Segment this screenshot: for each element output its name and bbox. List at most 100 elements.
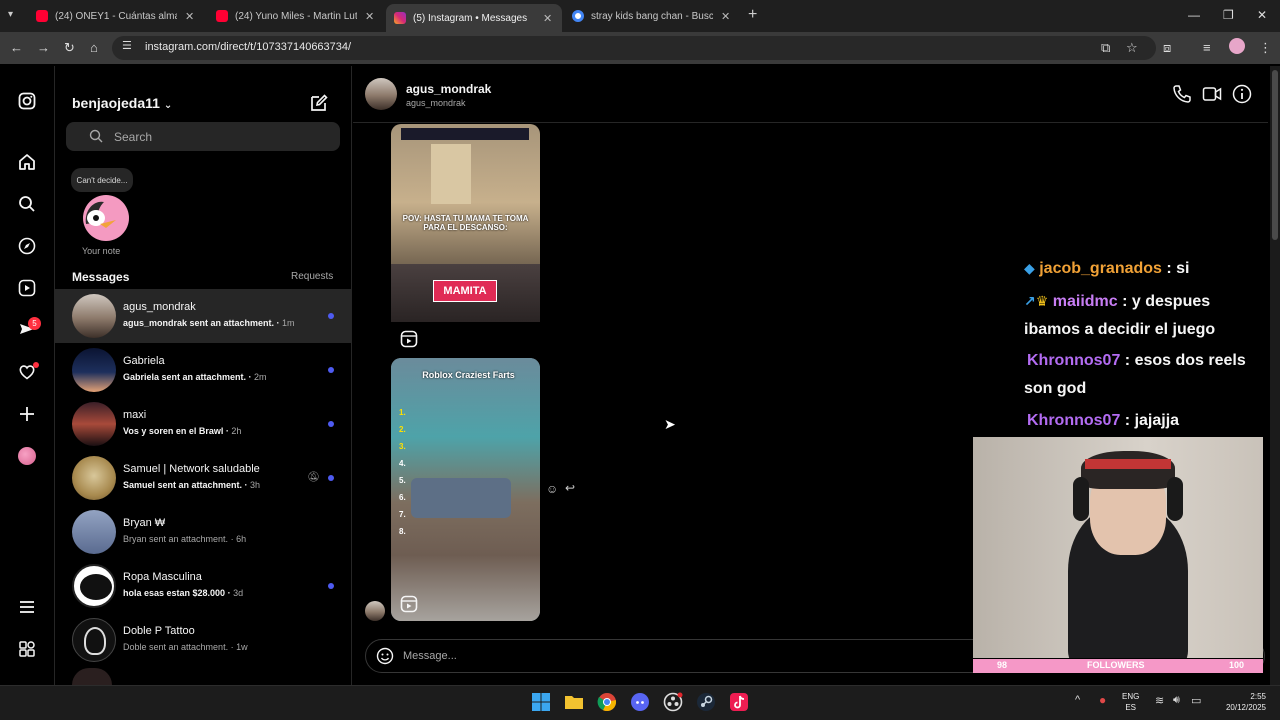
conversation-item-bryan[interactable]: Bryan ₩ Bryan sent an attachment. · 6h [55,505,351,559]
bookmark-star-icon[interactable]: ☆ [1126,40,1138,56]
browser-tab-bar: ▾ (24) ONEY1 - Cuántas almas pu ✕ (24) Y… [0,0,1280,32]
conversation-preview: hola esas estan $28.000 · 3d [123,588,244,598]
tab-search-icon[interactable]: ▾ [8,9,13,20]
profile-avatar-icon[interactable] [16,445,38,467]
google-icon [572,10,584,22]
chrome-icon[interactable] [597,692,617,712]
keyboard-region: ES [1125,703,1136,712]
obs-studio-icon[interactable] [663,692,683,712]
back-icon[interactable]: ← [10,40,23,55]
conversation-item-agus-mondrak[interactable]: agus_mondrak agus_mondrak sent an attach… [55,289,351,343]
close-tab-icon[interactable]: ✕ [365,10,374,23]
your-note-avatar[interactable] [76,194,130,242]
home-icon[interactable] [16,151,38,173]
webcam-overlay [973,437,1263,658]
language-code: ENG [1122,692,1140,701]
tab-oney1[interactable]: (24) ONEY1 - Cuántas almas pu ✕ [28,4,194,28]
react-emoji-icon[interactable]: ☺ [546,482,558,496]
close-tab-icon[interactable]: ✕ [543,12,552,25]
shared-reel-1[interactable]: POV: HASTA TU MAMA TE TOMA PARA EL DESCA… [391,124,540,354]
conversation-preview: Vos y soren en el Brawl · 2h [123,426,242,436]
preview-text: hola esas estan $28.000 [123,588,226,598]
microphone-in-use-icon[interactable]: ● [1099,693,1106,707]
stream-chat-line: ◆ jacob_granados : si [1024,254,1268,283]
avatar [72,294,116,338]
file-explorer-icon[interactable] [564,692,584,712]
unread-dot [328,583,334,589]
avatar [72,348,116,392]
instagram-logo-icon[interactable] [16,90,38,112]
steam-icon[interactable] [696,692,716,712]
reels-icon[interactable] [16,277,38,299]
explore-compass-icon[interactable] [16,235,38,257]
volume-icon[interactable]: 🔊︎ [1173,694,1180,707]
menu-kebab-icon[interactable]: ⋮ [1259,40,1272,56]
tab-yuno-miles[interactable]: (24) Yuno Miles - Martin Luther ✕ [208,4,374,28]
conversation-item-ropa-masculina[interactable]: Ropa Masculina hola esas estan $28.000 ·… [55,559,351,613]
conversation-item-doble-p-tattoo[interactable]: Doble P Tattoo Doble sent an attachment.… [55,613,351,667]
windows-start-icon[interactable] [531,692,551,712]
account-switcher[interactable]: benjaojeda11 ⌄ [72,95,172,111]
conversation-item-gabriela[interactable]: Gabriela Gabriela sent an attachment. · … [55,343,351,397]
reply-icon[interactable]: ↩ [565,481,575,495]
extensions-icon[interactable]: ⧈ [1163,40,1171,56]
message-placeholder: Message... [403,650,457,662]
close-tab-icon[interactable]: ✕ [185,10,194,23]
also-from-meta-icon[interactable] [16,638,38,660]
input-language-indicator[interactable]: ENG ES [1122,691,1139,713]
unread-dot [328,367,334,373]
new-message-icon[interactable] [309,93,329,113]
show-hidden-icons-chevron[interactable]: ^ [1075,694,1080,706]
wifi-icon[interactable]: ≋ [1155,694,1164,707]
discord-icon[interactable] [630,692,650,712]
requests-link[interactable]: Requests [291,271,333,282]
note-bubble[interactable]: Can't decide... [71,168,133,192]
media-control-icon[interactable]: ≡ [1203,40,1211,55]
more-menu-icon[interactable] [16,596,38,618]
tiktok-app-icon[interactable] [729,692,749,712]
followers-goal: 100 [1229,660,1245,670]
chat-contact-name[interactable]: agus_mondrak [406,82,491,96]
close-window-button[interactable]: ✕ [1257,8,1267,22]
youtube-icon [216,10,228,22]
headband-shape [1085,459,1171,469]
chat-message-text: : jajajja [1120,412,1180,429]
clock-time: 2:55 [1250,692,1266,701]
preview-text: Gabriela sent an attachment. [123,372,247,382]
preview-text: Vos y soren en el Brawl [123,426,224,436]
close-tab-icon[interactable]: ✕ [721,10,730,23]
maximize-button[interactable]: ❐ [1223,8,1234,22]
avatar [72,618,116,662]
shared-reel-2[interactable]: Roblox Craziest Farts 1. 2. 3. 4. 5. 6. … [391,358,540,621]
minimize-button[interactable]: — [1188,8,1200,22]
tab-instagram[interactable]: (5) Instagram • Messages ✕ [386,4,562,32]
new-tab-button[interactable]: + [748,6,757,24]
forward-icon[interactable]: → [37,40,50,55]
wall-shape [431,144,471,204]
unread-dot [328,421,334,427]
video-call-icon[interactable] [1202,84,1222,104]
conversation-item-maxi[interactable]: maxi Vos y soren en el Brawl · 2h [55,397,351,451]
clock-date: 20/12/2025 [1225,703,1266,712]
tab-google-search[interactable]: stray kids bang chan - Buscar c ✕ [564,4,730,28]
battery-icon[interactable]: ▭ [1191,694,1201,707]
search-icon[interactable] [16,193,38,215]
search-input[interactable] [66,122,340,151]
conversation-info-icon[interactable] [1232,84,1252,104]
your-note-label: Your note [82,246,121,256]
followers-goal-bar: 98 FOLLOWERS 100 [973,659,1263,673]
scrollbar-thumb[interactable] [1272,70,1278,240]
clock[interactable]: 2:55 20/12/2025 [1212,691,1266,713]
emoji-picker-icon[interactable] [376,647,394,665]
conversation-preview: agus_mondrak sent an attachment. · 1m [123,318,295,328]
reload-icon[interactable]: ↻ [64,40,75,56]
chat-avatar[interactable] [365,78,397,110]
home-icon[interactable]: ⌂ [90,40,98,55]
audio-call-icon[interactable] [1172,84,1192,104]
preview-time: 6h [236,534,247,544]
profile-avatar-icon[interactable] [1229,38,1245,54]
install-app-icon[interactable]: ⧉ [1101,40,1110,56]
site-info-icon[interactable]: ☰ [122,39,132,52]
create-plus-icon[interactable] [16,403,38,425]
conversation-item-samuel[interactable]: Samuel | Network saludable Samuel sent a… [55,451,351,505]
